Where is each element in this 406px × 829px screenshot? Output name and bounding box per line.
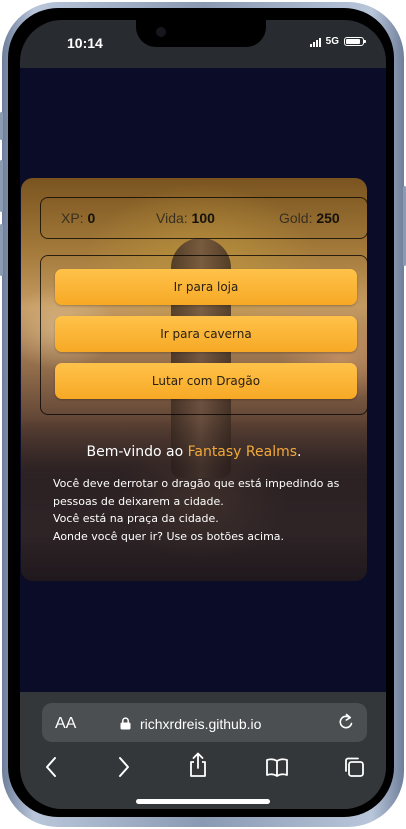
go-store-button[interactable]: Ir para loja: [55, 269, 357, 305]
stat-xp-value: 0: [87, 210, 96, 226]
forward-icon[interactable]: [117, 756, 131, 782]
stats-panel: XP: 0 Vida: 100 Gold: 250: [40, 197, 367, 239]
volume-down-button: [0, 224, 3, 276]
browser-nav: [20, 752, 386, 786]
lock-icon: [120, 717, 131, 730]
address-bar[interactable]: AA richxrdreis.github.io: [42, 703, 367, 742]
status-bar: 10:14 5G: [20, 20, 386, 68]
story-line: Você está na praça da cidade.: [53, 512, 219, 525]
stat-xp: XP: 0: [61, 210, 96, 226]
fight-dragon-button[interactable]: Lutar com Dragão: [55, 363, 357, 399]
stat-gold-value: 250: [316, 210, 340, 226]
browser-toolbar: AA richxrdreis.github.io: [20, 692, 386, 809]
mute-switch: [0, 112, 3, 140]
signal-icon: [309, 37, 321, 47]
text-size-icon[interactable]: AA: [55, 715, 76, 733]
battery-icon: [344, 37, 366, 46]
stat-vida-value: 100: [191, 210, 215, 226]
network-type: 5G: [325, 36, 339, 47]
status-icons: 5G: [309, 36, 366, 47]
tabs-icon[interactable]: [343, 756, 365, 782]
stat-gold: Gold: 250: [279, 210, 340, 226]
stat-vida: Vida: 100: [156, 210, 215, 226]
home-indicator[interactable]: [136, 799, 270, 804]
reload-icon[interactable]: [337, 713, 355, 732]
back-icon[interactable]: [44, 756, 58, 782]
game-card: XP: 0 Vida: 100 Gold: 250 Ir para loja I…: [21, 178, 367, 581]
controls-panel: Ir para loja Ir para caverna Lutar com D…: [40, 255, 367, 415]
url-text[interactable]: richxrdreis.github.io: [140, 716, 261, 732]
story-text: Você deve derrotar o dragão que está imp…: [53, 475, 353, 545]
game-title: Fantasy Realms: [187, 444, 298, 460]
bookmarks-icon[interactable]: [265, 757, 289, 781]
welcome-heading: Bem-vindo ao Fantasy Realms.: [86, 444, 302, 460]
phone-screen: 10:14 5G XP: 0 Vida: 100 Gold: 250 Ir pa…: [20, 20, 386, 809]
status-time: 10:14: [67, 35, 103, 51]
go-cave-button[interactable]: Ir para caverna: [55, 316, 357, 352]
story-line: Você deve derrotar o dragão que está imp…: [53, 477, 340, 508]
camera-icon: [156, 27, 166, 37]
web-content: XP: 0 Vida: 100 Gold: 250 Ir para loja I…: [20, 68, 386, 692]
volume-up-button: [0, 160, 3, 212]
story-line: Aonde você quer ir? Use os botões acima.: [53, 529, 285, 543]
share-icon[interactable]: [188, 752, 208, 782]
